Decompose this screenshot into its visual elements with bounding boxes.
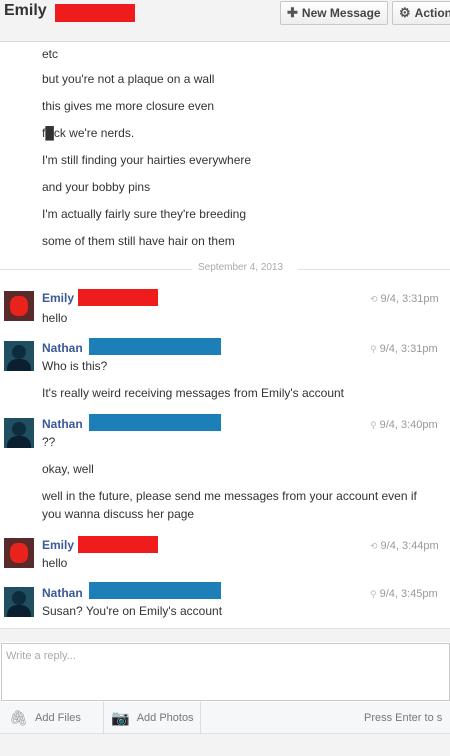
message-line: f█ck we're nerds. <box>42 126 135 140</box>
message-timestamp: ⚲ 9/4, 3:31pm <box>370 343 438 355</box>
add-photos-label: Add Photos <box>136 712 194 724</box>
location-pin-icon: ⚲ <box>370 589 377 599</box>
message-line: I'm still finding your hairties everywhe… <box>42 153 252 167</box>
add-files-label: Add Files <box>35 712 81 724</box>
redaction-bar <box>89 338 221 355</box>
composer-toolbar: 🖇 Add Files 📷 Add Photos Press Enter to … <box>0 702 450 734</box>
message-timestamp: ⟲ 9/4, 3:31pm <box>370 293 439 305</box>
bottom-strip <box>0 734 450 756</box>
location-pin-icon: ⚲ <box>370 420 377 430</box>
date-label: September 4, 2013 <box>198 262 284 273</box>
add-files-button[interactable]: 🖇 Add Files <box>9 702 81 734</box>
composer-divider <box>0 628 450 642</box>
message-line: okay, well <box>42 462 94 476</box>
sender-name[interactable]: Nathan <box>42 417 83 431</box>
nathan-avatar[interactable] <box>4 587 34 617</box>
message-line: and your bobby pins <box>42 180 151 194</box>
emily-avatar[interactable] <box>4 538 34 568</box>
divider <box>298 269 450 270</box>
add-photos-button[interactable]: 📷 Add Photos <box>103 702 194 734</box>
reply-input[interactable] <box>2 644 449 668</box>
emily-avatar[interactable] <box>4 291 34 321</box>
message-line: but you're not a plaque on a wall <box>42 72 215 86</box>
divider <box>200 702 201 734</box>
actions-label: Action <box>414 6 450 20</box>
nathan-avatar[interactable] <box>4 341 34 371</box>
message-line: Who is this? <box>42 359 108 373</box>
gear-icon: ⚙ <box>399 5 411 20</box>
camera-icon: 📷 <box>111 710 130 727</box>
redaction-bar <box>89 582 221 599</box>
reply-icon: ⟲ <box>370 294 378 304</box>
redaction-bar <box>78 536 158 553</box>
message-timestamp: ⚲ 9/4, 3:40pm <box>370 419 438 431</box>
message-line: ?? <box>42 435 56 449</box>
sender-name[interactable]: Nathan <box>42 586 83 600</box>
message-line: hello <box>42 556 68 570</box>
plus-icon: ✚ <box>287 5 298 20</box>
paperclip-icon: 🖇 <box>9 710 29 727</box>
message-line: Susan? You're on Emily's account <box>42 604 223 618</box>
conversation-title[interactable]: Emily <box>4 2 47 20</box>
nathan-avatar[interactable] <box>4 418 34 448</box>
redaction-bar <box>78 289 158 306</box>
message-line: you wanna discuss her page <box>42 507 195 521</box>
message-line: some of them still have hair on them <box>42 234 235 248</box>
message-line: It's really weird receiving messages fro… <box>42 386 345 400</box>
sender-name[interactable]: Nathan <box>42 341 83 355</box>
redaction-bar <box>89 414 221 431</box>
press-enter-hint: Press Enter to s <box>364 712 443 724</box>
new-message-label: New Message <box>301 6 381 20</box>
message-timestamp: ⚲ 9/4, 3:45pm <box>370 588 438 600</box>
message-line: hello <box>42 311 68 325</box>
reply-box[interactable] <box>1 643 450 701</box>
location-pin-icon: ⚲ <box>370 344 377 354</box>
new-message-button[interactable]: ✚ New Message <box>280 1 388 25</box>
sender-name[interactable]: Emily <box>42 538 74 552</box>
redaction-bar <box>55 4 135 22</box>
actions-button[interactable]: ⚙ Action <box>392 1 450 25</box>
message-line: etc <box>42 47 59 61</box>
message-line: well in the future, please send me messa… <box>42 489 417 503</box>
message-line: I'm actually fairly sure they're breedin… <box>42 207 247 221</box>
date-separator: September 4, 2013 <box>0 262 450 276</box>
sender-name[interactable]: Emily <box>42 291 74 305</box>
message-timestamp: ⟲ 9/4, 3:44pm <box>370 540 439 552</box>
reply-icon: ⟲ <box>370 541 378 551</box>
divider <box>0 269 192 270</box>
message-line: this gives me more closure even <box>42 99 215 113</box>
conversation-header: Emily ✚ New Message ⚙ Action <box>0 0 450 42</box>
